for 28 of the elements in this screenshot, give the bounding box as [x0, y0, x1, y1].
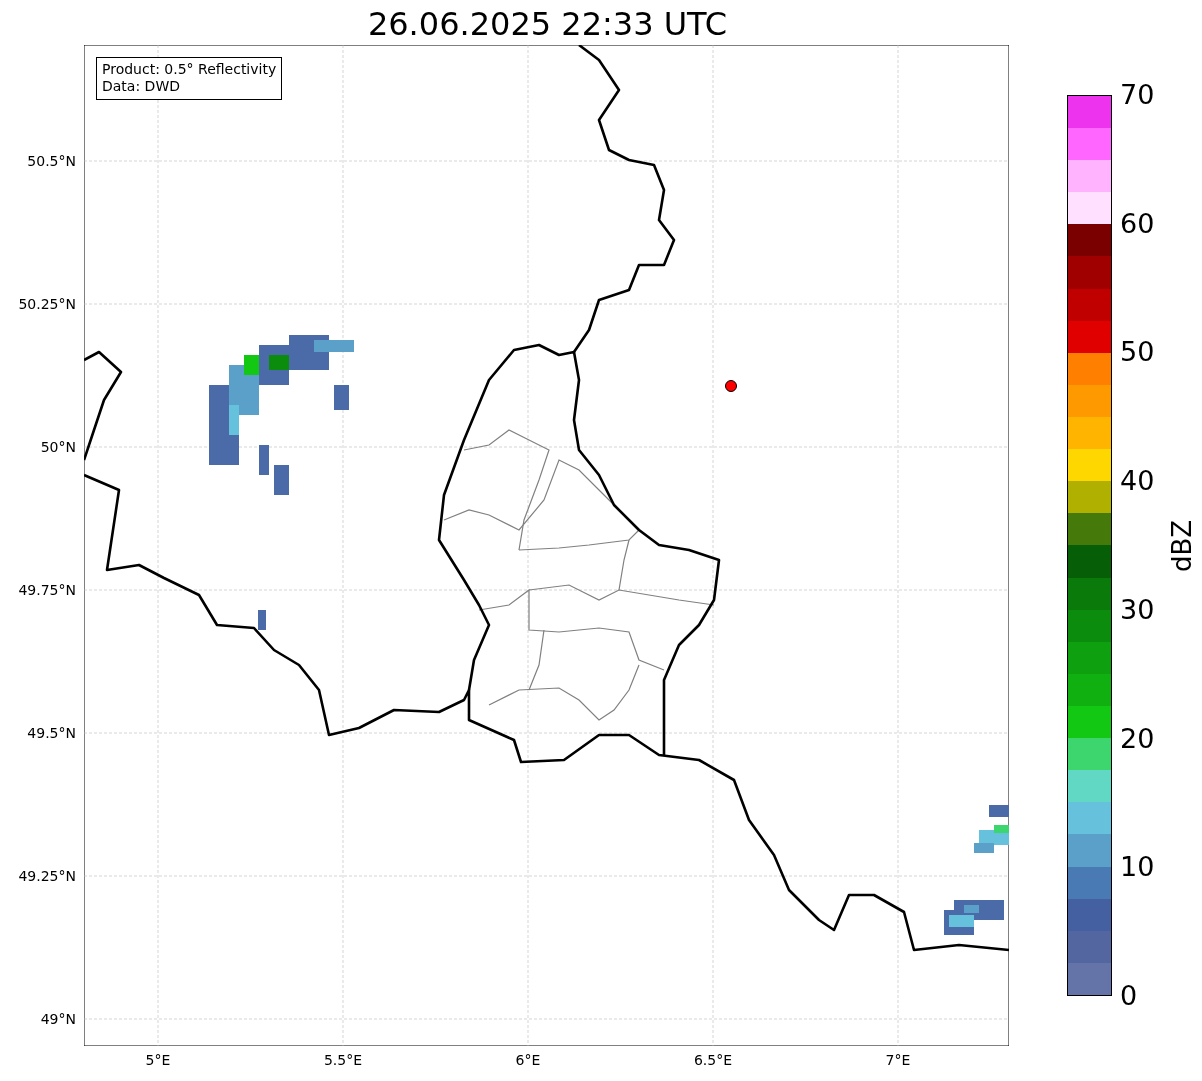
latitude-label: 49.75°N — [18, 582, 76, 598]
location-marker — [725, 380, 737, 392]
scale-label: 0 — [1120, 981, 1138, 1011]
longitude-label: 5°E — [145, 1052, 171, 1068]
scale-label: 60 — [1120, 208, 1155, 239]
latitude-label: 50.25°N — [18, 296, 76, 312]
scale-label: 30 — [1120, 594, 1155, 625]
legend-text: Data: DWD — [102, 78, 181, 95]
latitude-label: 50.5°N — [27, 153, 76, 169]
scale-label: 20 — [1120, 723, 1155, 754]
scale-label: 40 — [1120, 466, 1155, 497]
longitude-label: 7°E — [885, 1052, 911, 1068]
legend-text: Product: 0.5° Reflectivity — [102, 61, 277, 78]
radar-echo — [974, 805, 1009, 853]
latitude-label: 49.5°N — [27, 725, 76, 741]
scale-unit-label: dBZ — [1167, 519, 1197, 572]
longitude-label: 6°E — [515, 1052, 541, 1068]
longitude-label: 5.5°E — [323, 1052, 363, 1068]
latitude-label: 50°N — [40, 439, 76, 455]
longitude-label: 6.5°E — [693, 1052, 733, 1068]
map-title: 26.06.2025 22:33 UTC — [366, 4, 729, 45]
scale-label: 50 — [1120, 337, 1155, 368]
scale-label: 10 — [1120, 852, 1155, 883]
latitude-label: 49°N — [40, 1011, 76, 1027]
radar-echo — [258, 610, 266, 630]
latitude-label: 49.25°N — [18, 868, 76, 884]
radar-echo — [944, 900, 1004, 935]
scale-label: 70 — [1120, 80, 1155, 110]
